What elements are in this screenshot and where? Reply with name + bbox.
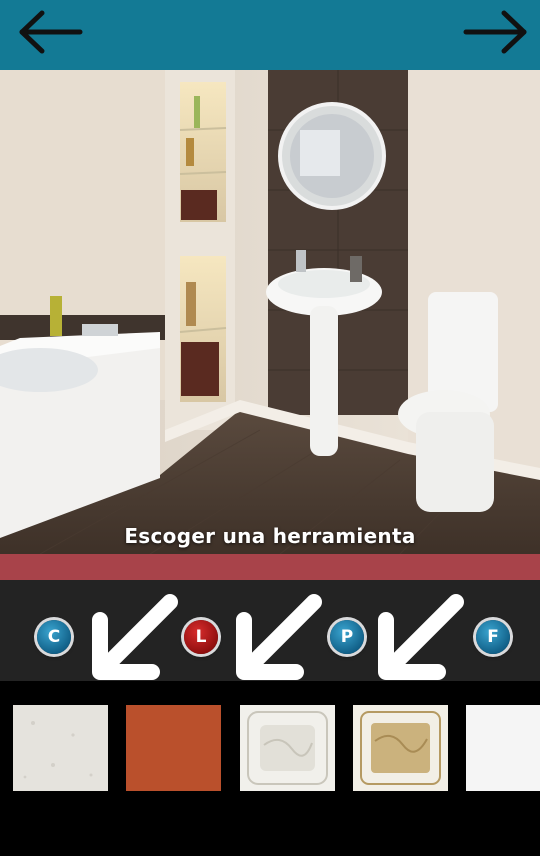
arrow-down-left-icon <box>230 590 326 686</box>
swatch-terracotta-tile[interactable] <box>126 705 221 791</box>
tool-button-c[interactable]: C <box>37 620 71 654</box>
swatch-white-marble-framed-tile[interactable] <box>240 705 335 791</box>
swatch-gold-marble-framed-tile[interactable] <box>353 705 448 791</box>
arrow-down-left-icon <box>372 590 468 686</box>
tile-swatch-row <box>0 681 540 856</box>
back-button[interactable] <box>14 4 84 60</box>
tool-button-p[interactable]: P <box>330 620 364 654</box>
bathroom-preview[interactable]: Escoger una herramienta <box>0 70 540 554</box>
instruction-caption: Escoger una herramienta <box>124 524 416 548</box>
bathroom-illustration <box>0 70 540 554</box>
tool-button-f[interactable]: F <box>476 620 510 654</box>
forward-button[interactable] <box>462 4 532 60</box>
arrow-down-left-icon <box>86 590 182 686</box>
swatch-plain-white-tile[interactable] <box>466 705 540 791</box>
tool-button-l[interactable]: L <box>184 620 218 654</box>
swatch-white-speckled-tile[interactable] <box>13 705 108 791</box>
arrow-left-icon <box>19 10 83 54</box>
top-bar <box>0 0 540 70</box>
accent-strip <box>0 554 540 580</box>
tool-bar: C L P F <box>0 580 540 681</box>
arrow-right-icon <box>463 10 527 54</box>
